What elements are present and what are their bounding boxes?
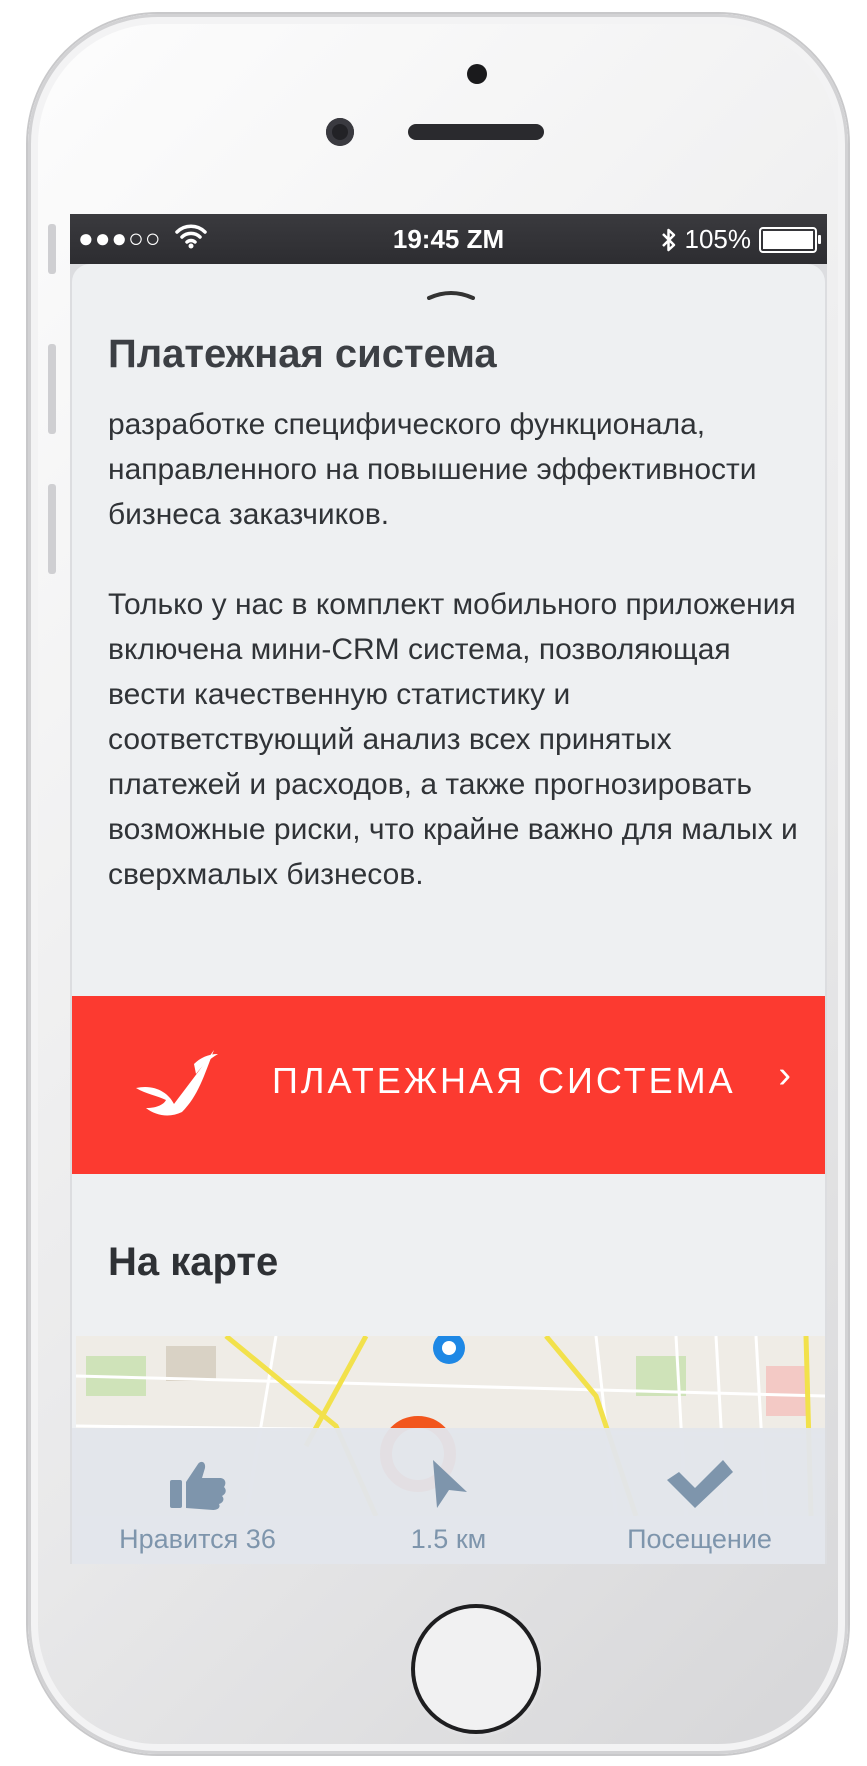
status-bar: ●●●○○ 19:45 ZM 105% [70, 214, 827, 264]
payment-system-label: ПЛАТЕЖНАЯ СИСТЕМА [272, 1060, 736, 1101]
navigation-arrow-icon [432, 1460, 467, 1508]
tab-distance-label: 1.5 км [410, 1524, 487, 1554]
front-camera [326, 118, 354, 146]
payment-system-button[interactable]: ПЛАТЕЖНАЯ СИСТЕМА › [72, 996, 825, 1174]
description-paragraph-1: разработке специфического функционала, н… [108, 408, 757, 531]
grabber-handle-icon[interactable] [426, 290, 476, 300]
screen: ●●●○○ 19:45 ZM 105% Платежная система ра… [70, 214, 827, 1564]
bottom-tab-bar: Нравится 36 1.5 км Посещение [72, 1428, 825, 1564]
tab-distance[interactable]: 1.5 км [323, 1428, 574, 1564]
volume-up-button [48, 344, 56, 434]
bluetooth-icon [661, 228, 675, 251]
earpiece-speaker [408, 124, 544, 140]
volume-down-button [48, 484, 56, 574]
thumbs-up-icon [169, 1461, 226, 1510]
proximity-sensor [467, 64, 487, 84]
battery-icon [759, 226, 821, 253]
section-title: Платежная система [108, 332, 497, 376]
tab-visit[interactable]: Посещение [574, 1428, 825, 1564]
home-button[interactable] [411, 1604, 541, 1734]
description-paragraph-2: Только у нас в комплект мобильного прило… [108, 588, 798, 891]
chevron-right-icon: › [778, 1054, 791, 1096]
status-right: 105% [661, 224, 821, 255]
bird-logo-icon [136, 1050, 218, 1116]
detail-card: Платежная система разработке специфическ… [72, 264, 825, 1564]
tab-likes[interactable]: Нравится 36 [72, 1428, 323, 1564]
checkmark-icon [666, 1460, 733, 1508]
map-section-title: На карте [108, 1240, 279, 1284]
mute-switch [48, 224, 56, 274]
battery-percent: 105% [684, 224, 752, 254]
tab-likes-label: Нравится 36 [119, 1524, 276, 1554]
tab-visit-label: Посещение [627, 1524, 772, 1554]
